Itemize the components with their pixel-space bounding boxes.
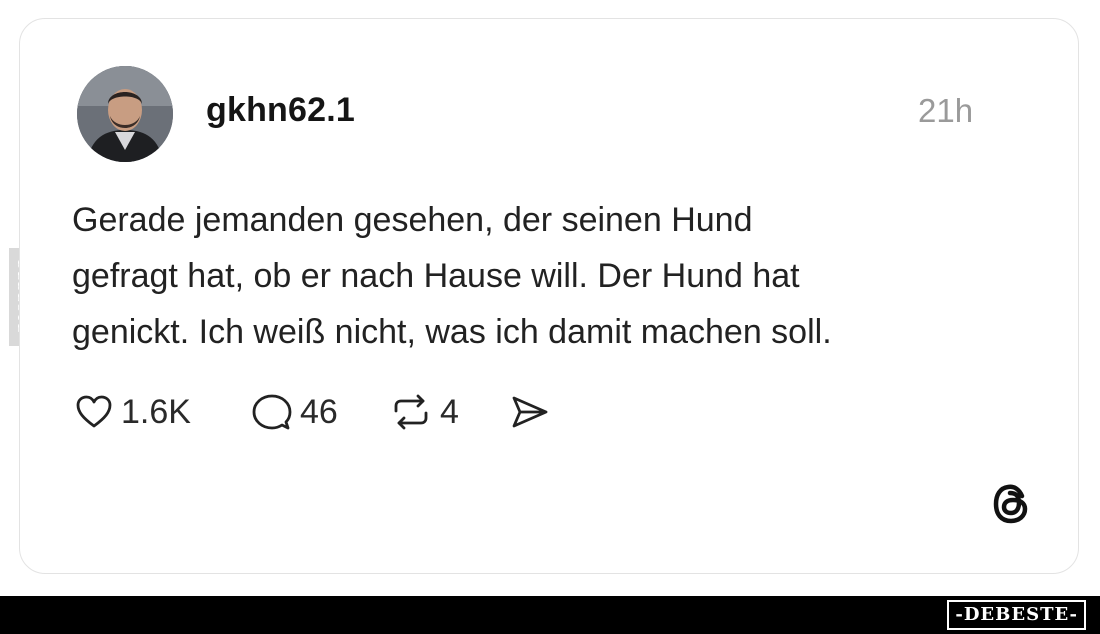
- speech-bubble-icon: [252, 394, 292, 430]
- post-text-line: genickt. Ich weiß nicht, was ich damit m…: [72, 313, 832, 351]
- reply-button[interactable]: 46: [252, 392, 338, 432]
- post-text-line: Gerade jemanden gesehen, der seinen Hund: [72, 201, 753, 239]
- like-button[interactable]: 1.6K: [75, 392, 191, 432]
- send-icon: [512, 396, 548, 428]
- username[interactable]: gkhn62.1: [206, 91, 355, 130]
- bottom-bar: -DEBESTE-: [0, 596, 1100, 634]
- like-count: 1.6K: [121, 392, 191, 431]
- share-button[interactable]: [510, 392, 550, 432]
- repost-count: 4: [440, 392, 459, 431]
- watermark-logo: -DEBESTE-: [947, 600, 1086, 630]
- timestamp: 21h: [918, 92, 974, 129]
- post-text: Gerade jemanden gesehen, der seinen Hund…: [72, 192, 972, 360]
- repost-icon: [394, 394, 428, 430]
- reply-count: 46: [300, 392, 338, 431]
- repost-button[interactable]: 4: [390, 392, 459, 432]
- avatar[interactable]: [77, 66, 173, 162]
- avatar-photo: [77, 66, 173, 162]
- heart-icon: [76, 395, 112, 428]
- threads-logo-icon[interactable]: [988, 480, 1036, 528]
- post-text-line: gefragt hat, ob er nach Hause will. Der …: [72, 257, 800, 295]
